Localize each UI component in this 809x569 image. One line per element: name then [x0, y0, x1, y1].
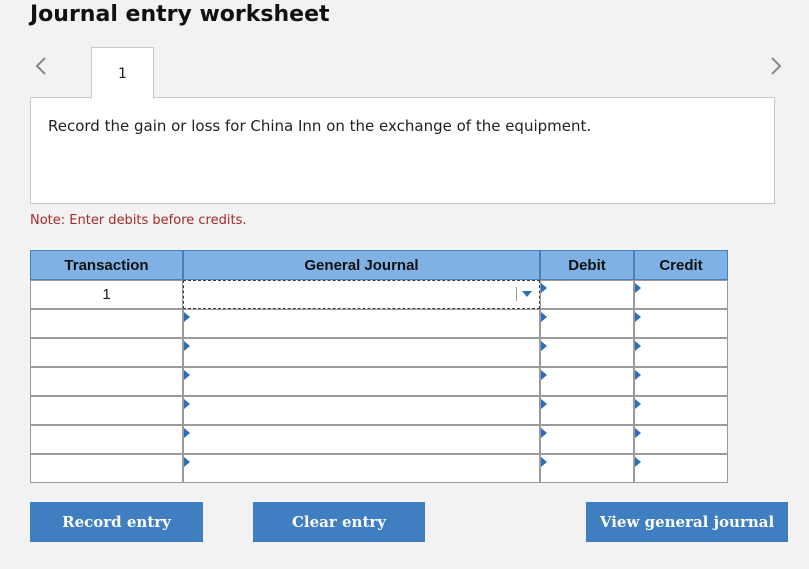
account-input[interactable] — [183, 454, 540, 483]
tab-1[interactable]: 1 — [91, 47, 154, 99]
clear-entry-button[interactable]: Clear entry — [253, 502, 425, 542]
transaction-cell — [30, 367, 183, 396]
table-row — [30, 338, 728, 367]
page-title: Journal entry worksheet — [30, 2, 330, 27]
chevron-right-icon — [771, 57, 782, 75]
triangle-right-icon — [184, 312, 190, 322]
journal-grid: Transaction General Journal Debit Credit… — [30, 250, 728, 483]
triangle-right-icon — [635, 312, 641, 322]
table-row — [30, 396, 728, 425]
entry-note: Note: Enter debits before credits. — [30, 213, 247, 228]
dropdown-button[interactable] — [516, 287, 533, 301]
triangle-right-icon — [541, 283, 547, 293]
caret-down-icon — [522, 291, 532, 297]
triangle-right-icon — [541, 312, 547, 322]
debit-input[interactable] — [540, 425, 634, 454]
table-row — [30, 454, 728, 483]
transaction-cell — [30, 309, 183, 338]
triangle-right-icon — [184, 399, 190, 409]
transaction-cell — [30, 454, 183, 483]
debit-input[interactable] — [540, 280, 634, 309]
triangle-right-icon — [635, 370, 641, 380]
grid-header: Transaction General Journal Debit Credit — [30, 250, 728, 280]
transaction-cell: 1 — [30, 280, 183, 309]
table-row — [30, 367, 728, 396]
credit-input[interactable] — [634, 309, 728, 338]
triangle-right-icon — [184, 428, 190, 438]
credit-input[interactable] — [634, 425, 728, 454]
credit-input[interactable] — [634, 367, 728, 396]
record-entry-button[interactable]: Record entry — [30, 502, 203, 542]
header-credit: Credit — [634, 250, 728, 280]
table-row — [30, 309, 728, 338]
triangle-right-icon — [541, 370, 547, 380]
debit-input[interactable] — [540, 367, 634, 396]
account-input[interactable] — [183, 309, 540, 338]
triangle-right-icon — [541, 341, 547, 351]
triangle-right-icon — [635, 399, 641, 409]
triangle-right-icon — [184, 341, 190, 351]
account-input[interactable] — [183, 396, 540, 425]
triangle-right-icon — [635, 283, 641, 293]
triangle-right-icon — [541, 428, 547, 438]
triangle-right-icon — [184, 370, 190, 380]
credit-input[interactable] — [634, 396, 728, 425]
debit-input[interactable] — [540, 454, 634, 483]
triangle-right-icon — [184, 457, 190, 467]
triangle-right-icon — [635, 341, 641, 351]
table-row — [30, 425, 728, 454]
instruction-panel: Record the gain or loss for China Inn on… — [30, 97, 775, 204]
transaction-cell — [30, 396, 183, 425]
header-general-journal: General Journal — [183, 250, 540, 280]
triangle-right-icon — [635, 457, 641, 467]
account-input[interactable] — [183, 338, 540, 367]
previous-button[interactable] — [30, 54, 52, 78]
tab-label: 1 — [118, 65, 127, 82]
transaction-cell — [30, 425, 183, 454]
header-debit: Debit — [540, 250, 634, 280]
triangle-right-icon — [635, 428, 641, 438]
chevron-left-icon — [35, 57, 46, 75]
triangle-right-icon — [541, 399, 547, 409]
credit-input[interactable] — [634, 338, 728, 367]
credit-input[interactable] — [634, 454, 728, 483]
view-general-journal-button[interactable]: View general journal — [586, 502, 788, 542]
debit-input[interactable] — [540, 309, 634, 338]
credit-input[interactable] — [634, 280, 728, 309]
debit-input[interactable] — [540, 396, 634, 425]
instruction-text: Record the gain or loss for China Inn on… — [48, 117, 592, 135]
debit-input[interactable] — [540, 338, 634, 367]
next-button[interactable] — [765, 54, 787, 78]
triangle-right-icon — [541, 457, 547, 467]
account-input[interactable] — [183, 367, 540, 396]
account-select[interactable] — [183, 280, 540, 309]
transaction-cell — [30, 338, 183, 367]
table-row: 1 — [30, 280, 728, 309]
header-transaction: Transaction — [30, 250, 183, 280]
account-input[interactable] — [183, 425, 540, 454]
